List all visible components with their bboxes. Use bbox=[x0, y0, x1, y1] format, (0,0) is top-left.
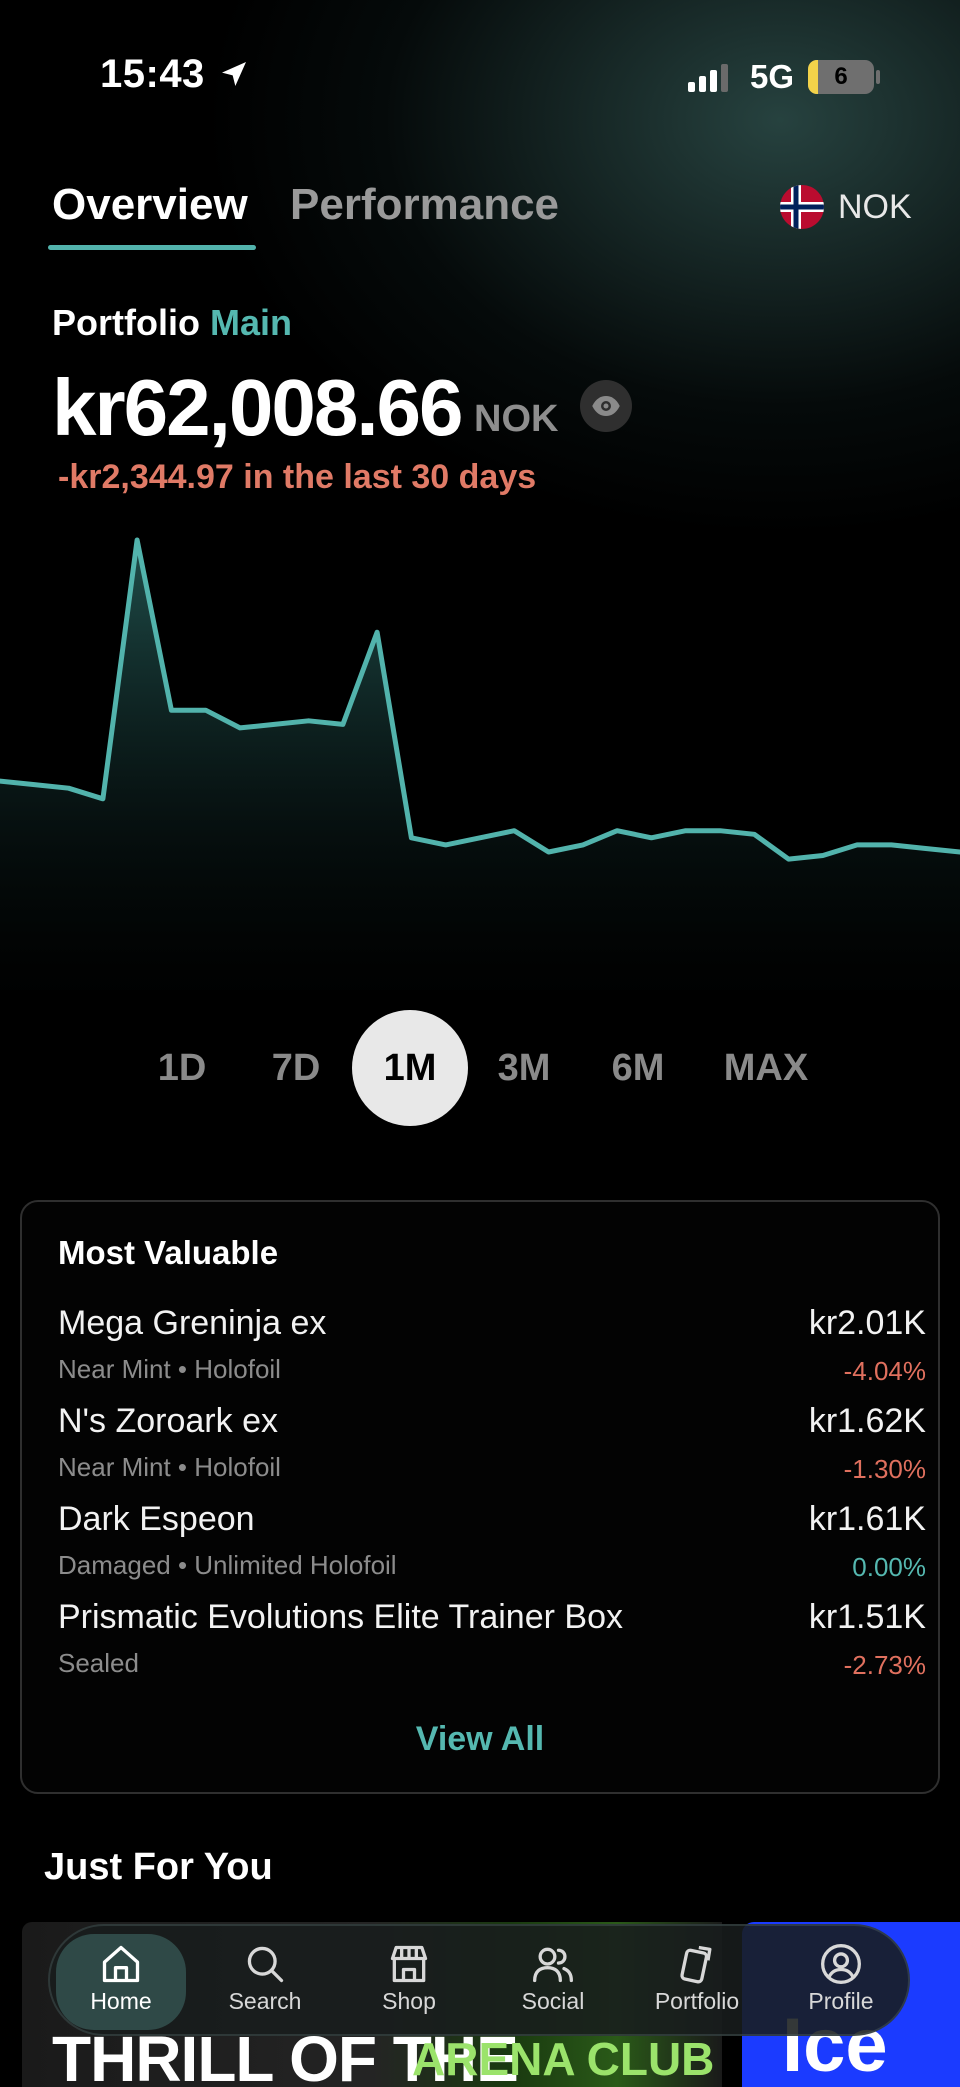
range-3m[interactable]: 3M bbox=[474, 1010, 574, 1126]
item-condition: Near Mint • Holofoil bbox=[58, 1354, 281, 1384]
nav-shop[interactable]: Shop bbox=[344, 1934, 474, 2030]
portfolio-value: kr62,008.66 bbox=[52, 363, 464, 452]
nav-search[interactable]: Search bbox=[200, 1934, 330, 2030]
nav-label: Social bbox=[521, 1988, 585, 2014]
status-bar: 15:43 5G 6 bbox=[0, 0, 960, 150]
nav-home[interactable]: Home bbox=[56, 1934, 186, 2030]
currency-label: NOK bbox=[838, 187, 912, 226]
list-item[interactable]: Prismatic Evolutions Elite Trainer Box S… bbox=[58, 1598, 926, 1690]
signal-icon bbox=[688, 64, 728, 92]
item-name: Dark Espeon bbox=[58, 1500, 255, 1538]
range-1d[interactable]: 1D bbox=[132, 1010, 232, 1126]
nav-label: Home bbox=[90, 1988, 152, 2014]
item-condition: Near Mint • Holofoil bbox=[58, 1452, 281, 1482]
chart-area bbox=[0, 540, 960, 990]
item-change: -1.30% bbox=[843, 1454, 926, 1484]
battery-level: 6 bbox=[834, 63, 848, 90]
list-item[interactable]: Mega Greninja ex Near Mint • Holofoil kr… bbox=[58, 1304, 926, 1396]
nav-portfolio[interactable]: Portfolio bbox=[632, 1934, 762, 2030]
portfolio-name[interactable]: Main bbox=[210, 302, 292, 343]
tab-performance[interactable]: Performance bbox=[290, 180, 559, 230]
network-label: 5G bbox=[750, 58, 795, 95]
section-title: Just For You bbox=[44, 1846, 273, 1888]
most-valuable-card: Most Valuable Mega Greninja ex Near Mint… bbox=[20, 1200, 940, 1794]
list-item[interactable]: N's Zoroark ex Near Mint • Holofoil kr1.… bbox=[58, 1402, 926, 1494]
portfolio-label[interactable]: Portfolio Main bbox=[52, 302, 292, 344]
tab-overview[interactable]: Overview bbox=[52, 180, 248, 230]
nav-social[interactable]: Social bbox=[488, 1934, 618, 2030]
item-change: -2.73% bbox=[843, 1650, 926, 1680]
cards-icon bbox=[680, 1945, 712, 1984]
item-condition: Damaged • Unlimited Holofoil bbox=[58, 1550, 397, 1580]
battery-tip bbox=[876, 70, 880, 84]
nav-label: Portfolio bbox=[654, 1988, 740, 2014]
nav-profile[interactable]: Profile bbox=[776, 1934, 906, 2030]
item-name: Mega Greninja ex bbox=[58, 1304, 327, 1342]
toggle-visibility-button[interactable] bbox=[580, 380, 632, 432]
search-icon bbox=[247, 1946, 284, 1983]
nav-label: Shop bbox=[382, 1988, 436, 2014]
active-tab-indicator bbox=[48, 245, 256, 250]
item-price: kr1.61K bbox=[808, 1500, 926, 1538]
range-max[interactable]: MAX bbox=[716, 1010, 816, 1126]
status-time: 15:43 bbox=[100, 52, 205, 96]
item-price: kr1.62K bbox=[808, 1402, 926, 1440]
item-condition: Sealed bbox=[58, 1648, 139, 1678]
list-item[interactable]: Dark Espeon Damaged • Unlimited Holofoil… bbox=[58, 1500, 926, 1592]
range-6m[interactable]: 6M bbox=[588, 1010, 688, 1126]
item-price: kr1.51K bbox=[808, 1598, 926, 1636]
portfolio-change: -kr2,344.97 in the last 30 days bbox=[58, 458, 537, 496]
view-all-button[interactable]: View All bbox=[22, 1720, 938, 1759]
promo-banner-text-2: ARENA CLUB bbox=[412, 2033, 715, 2085]
card-title: Most Valuable bbox=[58, 1234, 279, 1271]
item-name: N's Zoroark ex bbox=[58, 1402, 278, 1440]
nav-label: Search bbox=[228, 1988, 302, 2014]
portfolio-chart[interactable] bbox=[0, 520, 960, 1000]
portfolio-currency: NOK bbox=[474, 398, 559, 440]
shop-icon bbox=[390, 1945, 428, 1983]
bottom-nav: Home Search Shop Social Portfolio Profil… bbox=[48, 1924, 910, 2036]
norway-flag-icon bbox=[780, 185, 824, 229]
item-price: kr2.01K bbox=[808, 1304, 926, 1342]
range-selector: 1D 7D 1M 3M 6M MAX bbox=[0, 1010, 960, 1126]
portfolio-label-text: Portfolio bbox=[52, 302, 200, 343]
item-change: 0.00% bbox=[852, 1552, 926, 1582]
profile-icon bbox=[821, 1944, 861, 1984]
item-name: Prismatic Evolutions Elite Trainer Box bbox=[58, 1598, 623, 1636]
home-icon bbox=[102, 1945, 140, 1983]
nav-label: Profile bbox=[808, 1988, 874, 2014]
location-arrow-icon bbox=[222, 62, 246, 86]
currency-selector[interactable]: NOK bbox=[780, 182, 912, 232]
people-icon bbox=[533, 1947, 573, 1983]
item-change: -4.04% bbox=[843, 1356, 926, 1386]
battery-icon: 6 bbox=[808, 60, 874, 94]
eye-icon bbox=[592, 396, 620, 416]
range-1m[interactable]: 1M bbox=[352, 1010, 468, 1126]
range-7d[interactable]: 7D bbox=[246, 1010, 346, 1126]
